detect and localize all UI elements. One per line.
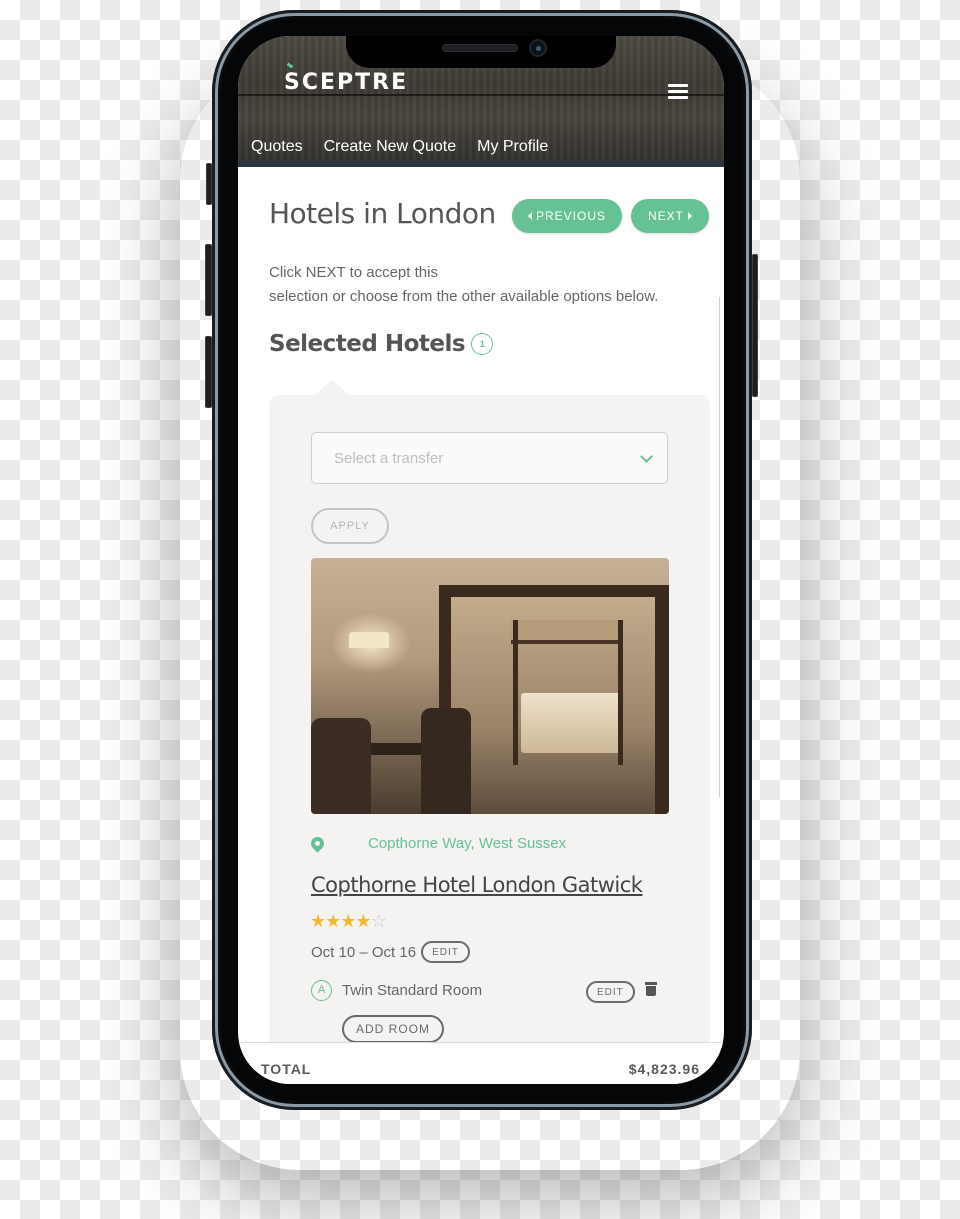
intro-line-2: selection or choose from the other avail… <box>269 288 659 305</box>
edit-dates-button[interactable]: EDIT <box>421 941 470 963</box>
front-camera <box>529 39 547 57</box>
hamburger-menu-icon[interactable] <box>668 84 688 99</box>
previous-button[interactable]: PREVIOUS <box>512 199 622 233</box>
phone-screen: SCEPTRE Quotes Create New Quote My Profi… <box>238 36 724 1084</box>
previous-button-label: PREVIOUS <box>535 209 606 223</box>
image-bedpost <box>513 620 518 765</box>
selected-hotels-heading: Selected Hotels 1 <box>269 331 494 357</box>
intro-text: Click NEXT to accept this selection or c… <box>269 261 709 309</box>
star-filled-icon: ★ <box>310 911 326 931</box>
star-filled-icon: ★ <box>340 911 356 931</box>
star-filled-icon: ★ <box>325 911 341 931</box>
logo-accent-icon <box>286 62 294 69</box>
map-pin-icon <box>308 834 327 853</box>
next-button[interactable]: NEXT <box>631 199 709 233</box>
star-filled-icon: ★ <box>355 911 371 931</box>
hotel-card: Select a transfer APPLY Copthorne Way, W… <box>269 380 710 1084</box>
nav-item-create-new-quote[interactable]: Create New Quote <box>324 138 457 156</box>
edit-room-button[interactable]: EDIT <box>586 981 635 1003</box>
total-footer: TOTAL $4,823.96 <box>238 1042 724 1084</box>
add-room-button[interactable]: ADD ROOM <box>342 1015 444 1043</box>
hotel-name-link[interactable]: Copthorne Hotel London Gatwick <box>311 873 643 897</box>
card-pointer <box>314 380 350 395</box>
transfer-select[interactable]: Select a transfer <box>311 432 668 484</box>
page-title: Hotels in London <box>269 197 496 230</box>
intro-line-1: Click NEXT to accept this <box>269 264 438 281</box>
trash-icon[interactable] <box>645 982 657 996</box>
total-label: TOTAL <box>261 1061 312 1077</box>
transfer-select-placeholder: Select a transfer <box>334 449 444 467</box>
image-lamp <box>349 632 389 648</box>
app-logo[interactable]: SCEPTRE <box>284 70 408 95</box>
phone-notch <box>346 36 616 68</box>
nav-item-quotes[interactable]: Quotes <box>251 138 303 156</box>
speaker-grille <box>442 44 518 52</box>
selected-count-badge: 1 <box>471 333 494 355</box>
image-canopy <box>511 620 623 644</box>
caret-right-icon <box>688 212 692 220</box>
room-row: A Twin Standard Room EDIT <box>311 978 668 1003</box>
hotel-location: Copthorne Way, West Sussex <box>308 834 566 853</box>
image-chair <box>311 718 371 814</box>
power-button <box>752 254 758 397</box>
image-chair <box>421 708 471 814</box>
total-value: $4,823.96 <box>628 1061 700 1077</box>
next-button-label: NEXT <box>647 209 684 223</box>
hotel-image[interactable] <box>311 558 669 814</box>
apply-button[interactable]: APPLY <box>311 508 389 544</box>
location-text[interactable]: Copthorne Way, West Sussex <box>368 835 566 852</box>
room-badge: A <box>311 979 332 1001</box>
scrollbar[interactable] <box>719 297 720 797</box>
star-empty-icon: ☆ <box>370 911 387 931</box>
chevron-down-icon <box>640 450 653 463</box>
volume-down-button <box>205 336 212 408</box>
star-rating: ★★★★☆ <box>310 911 387 932</box>
stay-dates: Oct 10 – Oct 16 EDIT <box>311 941 470 963</box>
dates-text: Oct 10 – Oct 16 <box>311 943 417 961</box>
nav-item-my-profile[interactable]: My Profile <box>477 138 548 156</box>
room-name: Twin Standard Room <box>342 981 483 999</box>
volume-up-button <box>205 244 212 316</box>
selected-hotels-label: Selected Hotels <box>269 331 466 357</box>
image-bedpost <box>618 620 623 765</box>
main-nav: Quotes Create New Quote My Profile <box>251 138 548 156</box>
image-bed <box>521 693 621 753</box>
caret-left-icon <box>527 212 532 220</box>
